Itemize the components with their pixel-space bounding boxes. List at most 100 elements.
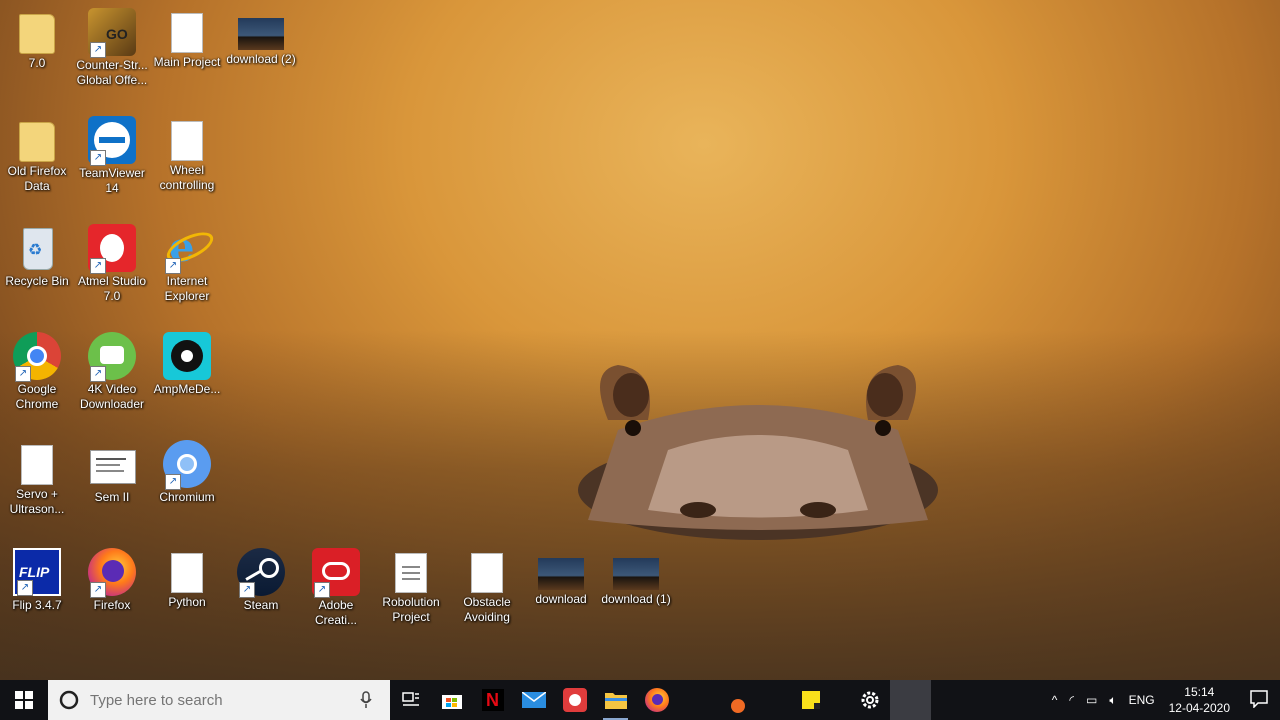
desktop-icon-label: Flip 3.4.7: [12, 598, 62, 612]
desktop-icon-chromium[interactable]: ↗ Chromium: [150, 440, 224, 505]
taskbar-firefox[interactable]: [636, 680, 677, 720]
hippo-wallpaper-image: [578, 365, 938, 540]
settings-icon: [861, 691, 878, 709]
document-thumbnail-icon: [88, 440, 136, 488]
desktop-icon-label: download: [535, 592, 587, 606]
desktop-icon-label: Robolution Project: [382, 595, 440, 624]
desktop-icon-flip[interactable]: FLIP ↗ Flip 3.4.7: [0, 548, 74, 613]
desktop-icon-label: Adobe Creati...: [314, 598, 357, 627]
clock[interactable]: 15:14 12-04-2020: [1161, 684, 1238, 716]
desktop-icon-label: Sem II: [94, 490, 130, 504]
desktop-icon-label: Wheel controlling: [159, 163, 215, 192]
atmel-studio-icon: ↗: [88, 224, 136, 274]
desktop-icon-obstacle-avoiding[interactable]: Obstacle Avoiding: [450, 548, 524, 625]
desktop-icon-label: TeamViewer 14: [79, 166, 145, 195]
netflix-icon: N: [481, 689, 504, 711]
action-center-icon[interactable]: [1238, 689, 1280, 711]
desktop-icon-label: Python: [168, 595, 206, 609]
csgo-icon: GO ↗: [88, 8, 136, 58]
teamviewer-icon: ↗: [88, 116, 136, 166]
task-view-icon: [401, 692, 419, 706]
desktop-icon-main-project[interactable]: Main Project: [150, 8, 224, 70]
document-icon: [395, 553, 427, 593]
volume-icon[interactable]: 🔈︎: [1103, 693, 1122, 708]
wifi-icon[interactable]: ◜: [1063, 693, 1080, 707]
desktop-icon-servo-ultrasonic[interactable]: Servo + Ultrason...: [0, 440, 74, 517]
desktop-icon-recycle-bin[interactable]: ♻ Recycle Bin: [0, 224, 74, 289]
shortcut-arrow-icon: ↗: [239, 582, 255, 598]
microphone-icon[interactable]: [360, 691, 372, 709]
desktop-icon-internet-explorer[interactable]: e ↗ Internet Explorer: [150, 224, 224, 304]
desktop-icon-google-chrome[interactable]: ↗ Google Chrome: [0, 332, 74, 412]
language-indicator[interactable]: ENG: [1123, 693, 1161, 707]
show-hidden-icons-chevron-icon[interactable]: ^: [1046, 693, 1064, 707]
image-file-icon: [538, 558, 584, 590]
document-icon: [171, 121, 203, 161]
desktop-icon-label: Counter-Str... Global Offe...: [76, 58, 148, 87]
start-button[interactable]: [0, 680, 48, 720]
desktop-icon-steam[interactable]: ↗ Steam: [224, 548, 298, 613]
raspberry-pi-icon: [562, 688, 587, 712]
recycle-bin-icon: ♻: [13, 224, 61, 272]
desktop-icon-download[interactable]: download: [524, 548, 598, 607]
taskbar-netflix[interactable]: N: [472, 680, 513, 720]
search-input[interactable]: [88, 690, 352, 710]
chromium-icon: ↗: [163, 440, 211, 490]
image-file-icon: [613, 558, 659, 590]
taskbar-active-window[interactable]: [890, 680, 931, 720]
shortcut-arrow-icon: ↗: [17, 580, 33, 596]
desktop-icon-label: Internet Explorer: [164, 274, 210, 303]
shortcut-arrow-icon: ↗: [90, 42, 106, 58]
desktop-icon-sem-ii[interactable]: Sem II: [75, 440, 149, 505]
desktop-icon-download-2[interactable]: download (2): [224, 8, 298, 67]
mail-icon: [521, 692, 546, 708]
folder-icon: [19, 14, 55, 54]
desktop-icon-robolution-project[interactable]: Robolution Project: [374, 548, 448, 625]
steam-icon: ↗: [237, 548, 285, 598]
desktop-icon-download-1[interactable]: download (1): [599, 548, 673, 607]
desktop-icon-python[interactable]: Python: [150, 548, 224, 610]
clock-date: 12-04-2020: [1168, 701, 1230, 715]
desktop-icon-old-firefox-data[interactable]: Old Firefox Data: [0, 116, 74, 194]
desktop-icon-7-0[interactable]: 7.0: [0, 8, 74, 71]
shortcut-arrow-icon: ↗: [90, 366, 106, 382]
unknown-orange-app-icon: [730, 699, 745, 713]
internet-explorer-icon: e ↗: [162, 224, 218, 274]
taskbar-file-explorer[interactable]: [595, 680, 636, 720]
desktop-icon-teamviewer[interactable]: ↗ TeamViewer 14: [75, 116, 149, 196]
firefox-icon: [644, 688, 669, 712]
system-tray: ^ ◜ ▭ 🔈︎ ENG 15:14 12-04-2020: [1046, 680, 1280, 720]
taskbar-search-box[interactable]: [48, 680, 390, 720]
taskbar-sticky-notes[interactable]: [790, 680, 831, 720]
taskbar-orange-app[interactable]: [717, 680, 758, 720]
desktop-icon-firefox[interactable]: ↗ Firefox: [75, 548, 149, 613]
desktop-icon-label: Chromium: [159, 490, 215, 504]
desktop-icon-label: Atmel Studio 7.0: [77, 274, 147, 303]
taskbar: N ^ ◜ ▭: [0, 680, 1280, 720]
taskbar-raspberry-pi[interactable]: [554, 680, 595, 720]
adobe-creative-cloud-icon: ↗: [312, 548, 360, 598]
desktop-icon-label: download (1): [601, 592, 671, 606]
atmel-flip-icon: FLIP ↗: [13, 548, 61, 596]
desktop-icon-label: Main Project: [153, 55, 221, 69]
desktop-icon-counter-strike[interactable]: GO ↗ Counter-Str... Global Offe...: [75, 8, 149, 88]
ampme-icon: [163, 332, 211, 380]
clock-time: 15:14: [1184, 685, 1215, 699]
microsoft-store-icon: [441, 695, 462, 709]
document-icon: [21, 445, 53, 485]
shortcut-arrow-icon: ↗: [90, 258, 106, 274]
desktop-icon-ampme[interactable]: AmpMeDe...: [150, 332, 224, 397]
desktop-icon-label: Steam: [243, 598, 279, 612]
chrome-icon: ↗: [13, 332, 61, 382]
desktop-icon-label: Recycle Bin: [5, 274, 69, 288]
taskbar-settings[interactable]: [849, 680, 890, 720]
battery-icon[interactable]: ▭: [1080, 693, 1103, 707]
desktop-icon-label: Google Chrome: [15, 382, 59, 411]
desktop-icon-4k-video-downloader[interactable]: ↗ 4K Video Downloader: [75, 332, 149, 412]
desktop-icon-atmel-studio[interactable]: ↗ Atmel Studio 7.0: [75, 224, 149, 304]
taskbar-mail[interactable]: [513, 680, 554, 720]
taskbar-microsoft-store[interactable]: [431, 680, 472, 720]
desktop-icon-adobe-creative-cloud[interactable]: ↗ Adobe Creati...: [299, 548, 373, 628]
desktop-icon-wheel-controlling[interactable]: Wheel controlling: [150, 116, 224, 193]
task-view-button[interactable]: [390, 680, 431, 720]
